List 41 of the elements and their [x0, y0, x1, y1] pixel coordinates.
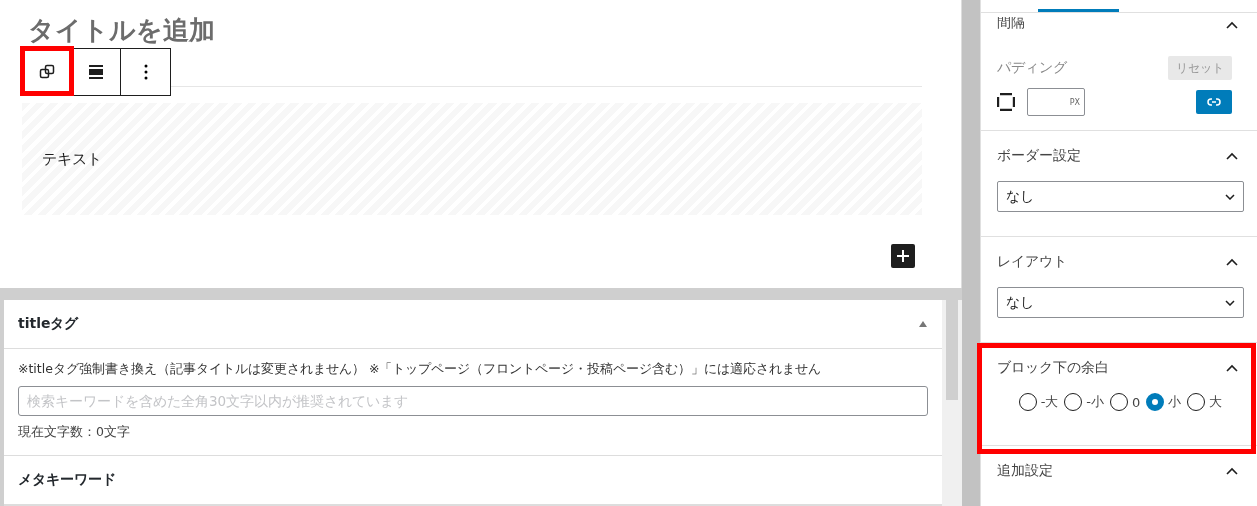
section-title[interactable]: レイアウト — [997, 253, 1067, 271]
radio-option[interactable]: 大 — [1187, 393, 1223, 411]
dropdown-select[interactable]: なし — [997, 287, 1244, 318]
plus-icon — [897, 250, 909, 262]
scrollbar-thumb[interactable] — [946, 300, 958, 400]
radio-option[interactable]: 小 — [1146, 393, 1182, 411]
padding-input-field[interactable]: PX — [1027, 88, 1085, 116]
chevron-down-icon — [1225, 193, 1235, 200]
block-text: テキスト — [42, 149, 102, 169]
chevron-up-icon[interactable] — [1226, 152, 1238, 160]
meta-note: ※titleタグ強制書き換え（記事タイトルは変更されません） ※「トップページ（フロントページ・投稿ページ含む）」には適応されません — [18, 361, 823, 378]
section-title[interactable]: 追加設定 — [997, 462, 1053, 480]
vertical-dots-icon — [143, 64, 148, 80]
chevron-up-icon[interactable] — [1226, 364, 1238, 372]
text-block[interactable]: テキスト — [22, 103, 922, 215]
meta-box-title: メタキーワード — [18, 471, 116, 489]
align-icon — [88, 64, 104, 80]
title-input-field[interactable]: 検索キーワードを含めた全角30文字以内が推奨されています — [18, 386, 928, 416]
post-title-placeholder[interactable]: タイトルを追加 — [28, 14, 215, 46]
box-sides-icon — [997, 93, 1015, 111]
radio-option[interactable]: -大 — [1018, 393, 1059, 411]
link-icon — [1207, 98, 1221, 106]
dropdown-select[interactable]: なし — [997, 181, 1244, 212]
link-button[interactable] — [1196, 90, 1232, 114]
section-title[interactable]: ブロック下の余白 — [997, 359, 1109, 377]
radio-button[interactable] — [1146, 393, 1165, 411]
radio-option[interactable]: -小 — [1064, 393, 1105, 411]
section-title[interactable]: ボーダー設定 — [997, 147, 1081, 165]
radio-option[interactable]: 0 — [1110, 393, 1141, 411]
chevron-down-icon — [1225, 299, 1235, 306]
chevron-up-icon[interactable] — [1226, 21, 1238, 29]
meta-box-title: titleタグ — [18, 315, 79, 333]
chevron-up-icon[interactable] — [1226, 258, 1238, 266]
add-block-button[interactable] — [891, 244, 915, 268]
padding-label: パディング — [997, 59, 1067, 77]
chevron-up-icon[interactable] — [1226, 467, 1238, 475]
highlight-frame — [20, 46, 74, 96]
triangle-icon[interactable] — [918, 320, 928, 328]
section-title[interactable]: 間隔 — [997, 17, 1025, 29]
overlapping-squares-icon — [39, 64, 55, 80]
character-count: 現在文字数：0文字 — [18, 424, 131, 441]
